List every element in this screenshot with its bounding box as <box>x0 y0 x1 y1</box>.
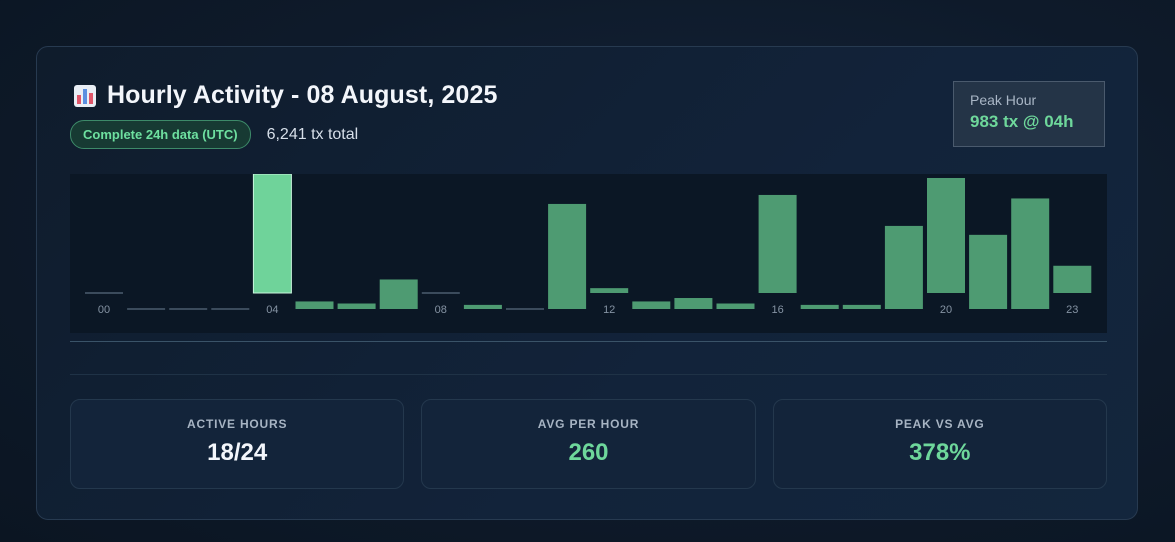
bar-15[interactable] <box>716 303 755 309</box>
bar-23[interactable] <box>1053 265 1092 293</box>
stats-row: ACTIVE HOURS 18/24 AVG PER HOUR 260 PEAK… <box>70 399 1107 489</box>
bar-07[interactable] <box>379 279 418 309</box>
peak-hour-box: Peak Hour 983 tx @ 04h <box>953 81 1105 147</box>
stat-value: 18/24 <box>207 439 268 466</box>
bar-12[interactable] <box>590 288 629 293</box>
x-tick-label-16: 16 <box>771 304 783 316</box>
bar-06[interactable] <box>337 303 376 309</box>
bar-19[interactable] <box>884 225 923 309</box>
x-tick-label-20: 20 <box>940 304 952 316</box>
x-tick-label-12: 12 <box>603 304 615 316</box>
bar-04[interactable] <box>252 174 292 294</box>
bar-13[interactable] <box>632 301 671 309</box>
x-tick-label-00: 00 <box>98 304 110 316</box>
stat-label: PEAK VS AVG <box>895 417 985 431</box>
bar-05[interactable] <box>295 301 334 309</box>
total-transactions: 6,241 tx total <box>266 125 359 143</box>
x-tick-label-23: 23 <box>1066 304 1078 316</box>
bar-16[interactable] <box>758 194 797 293</box>
stat-card-avg-per-hour: AVG PER HOUR 260 <box>421 399 756 489</box>
hourly-bar-chart: 00 04 08 12 16 20 23 <box>70 174 1107 333</box>
subtitle-row: Complete 24h data (UTC) 6,241 tx total <box>70 120 358 149</box>
stat-label: ACTIVE HOURS <box>187 417 288 431</box>
bar-chart-icon <box>73 84 97 108</box>
x-tick-label-08: 08 <box>435 304 447 316</box>
divider <box>70 374 1107 375</box>
divider <box>70 341 1107 342</box>
title-row: Hourly Activity - 08 August, 2025 <box>73 81 497 110</box>
data-coverage-badge: Complete 24h data (UTC) <box>70 120 251 149</box>
bar-18[interactable] <box>842 304 881 309</box>
peak-hour-value: 983 tx @ 04h <box>970 112 1074 131</box>
chart-svg: 00 04 08 12 16 20 23 <box>85 174 1092 316</box>
bar-22[interactable] <box>1011 198 1050 309</box>
stat-value: 378% <box>909 439 971 466</box>
bar-14[interactable] <box>674 298 713 309</box>
peak-hour-label: Peak Hour <box>970 92 1037 108</box>
bar-20[interactable] <box>927 177 965 293</box>
stat-card-peak-vs-avg: PEAK VS AVG 378% <box>772 399 1107 489</box>
stat-label: AVG PER HOUR <box>537 417 640 431</box>
stat-value: 260 <box>568 439 609 466</box>
bar-17[interactable] <box>800 304 839 309</box>
stat-card-active-hours: ACTIVE HOURS 18/24 <box>70 399 405 489</box>
page-title: Hourly Activity - 08 August, 2025 <box>107 81 498 109</box>
x-tick-label-04: 04 <box>266 304 278 316</box>
bar-11[interactable] <box>548 203 587 309</box>
bar-09[interactable] <box>463 304 502 309</box>
bar-21[interactable] <box>969 234 1008 309</box>
hourly-activity-card: Hourly Activity - 08 August, 2025 Comple… <box>36 46 1138 520</box>
